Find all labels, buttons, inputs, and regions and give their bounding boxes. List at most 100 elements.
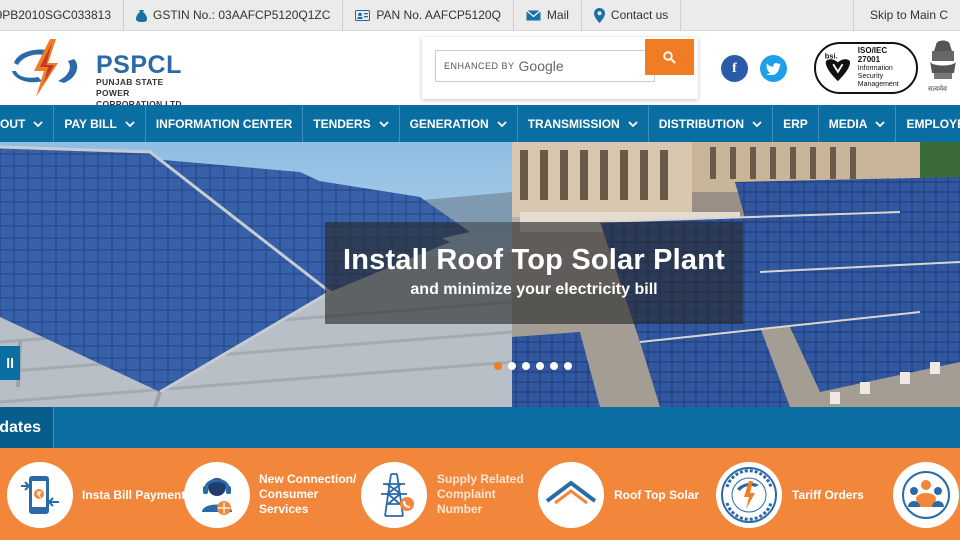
gstin-info: GSTIN No.: 03AAFCP5120Q1ZC [124, 0, 344, 31]
nav-generation[interactable]: GENERATION [400, 105, 518, 142]
hero-subtitle: and minimize your electricity bill [410, 281, 658, 298]
nav-tenders[interactable]: TENDERS [303, 105, 400, 142]
bsi-kitemark-icon: bsi. [825, 52, 851, 82]
power-tower-icon [381, 473, 414, 517]
contact-link[interactable]: Contact us [582, 0, 682, 31]
cin-number: 109PB2010SGC033813 [0, 0, 124, 31]
search-enhanced-label: ENHANCED BY [444, 61, 515, 71]
nav-about[interactable]: OUT [0, 105, 55, 142]
logo-text: PSPCL PUNJAB STATE POWER CORPORATION LTD… [96, 53, 198, 110]
chevron-down-icon [33, 120, 43, 127]
nav-information-center[interactable]: INFORMATION CENTER [146, 105, 304, 142]
updates-tab[interactable]: odates [0, 407, 54, 448]
insta-bill-payment-label[interactable]: Insta Bill Payment [82, 488, 185, 503]
slider-dot-6[interactable] [564, 362, 572, 370]
twitter-button[interactable] [760, 55, 787, 82]
hero-title: Install Roof Top Solar Plant [342, 244, 726, 276]
nav-distribution[interactable]: DISTRIBUTION [649, 105, 774, 142]
community-service-button[interactable] [893, 462, 959, 528]
bag-icon [136, 9, 147, 22]
nav-employees-label: EMPLOYEES CO [906, 116, 960, 131]
roof-top-solar-label[interactable]: Roof Top Solar [614, 488, 699, 503]
top-info-bar: 109PB2010SGC033813 GSTIN No.: 03AAFCP512… [0, 0, 960, 31]
logo-title: PSPCL [96, 51, 182, 79]
skip-to-main-link[interactable]: Skip to Main C [854, 0, 960, 31]
chevron-down-icon [497, 120, 507, 127]
nav-information-center-label: INFORMATION CENTER [155, 116, 293, 131]
ashoka-emblem-icon: सत्यमेव [928, 40, 956, 93]
facebook-icon: f [732, 60, 737, 76]
supply-complaint-label[interactable]: Supply Related Complaint Number [437, 472, 524, 517]
chevron-down-icon [875, 120, 886, 127]
chevron-down-icon [628, 120, 638, 127]
nav-media-label: MEDIA [828, 116, 868, 131]
nav-about-label: OUT [0, 116, 26, 131]
services-strip: ₹ Insta Bill Payment New Connection/Cons… [0, 448, 960, 540]
pan-info: PAN No. AAFCP5120Q [343, 0, 514, 31]
customer-support-icon [202, 478, 232, 515]
nav-transmission-label: TRANSMISSION [527, 116, 620, 131]
nav-pay-bill-label: PAY BILL [64, 116, 117, 131]
nav-transmission[interactable]: TRANSMISSION [518, 105, 649, 142]
nav-generation-label: GENERATION [409, 116, 489, 131]
side-bill-label: ll [6, 355, 14, 371]
cin-text: 109PB2010SGC033813 [0, 8, 111, 22]
search-icon [663, 50, 676, 64]
house-roof-icon [545, 480, 597, 505]
slider-dot-4[interactable] [536, 362, 544, 370]
supply-complaint-button[interactable] [361, 462, 427, 528]
slider-dot-5[interactable] [550, 362, 558, 370]
nav-erp[interactable]: ERP [773, 105, 819, 142]
iso-line-2: 27001 [857, 55, 881, 64]
pan-text: PAN No. AAFCP5120Q [376, 8, 501, 22]
facebook-button[interactable]: f [721, 55, 748, 82]
mail-link[interactable]: Mail [514, 0, 582, 31]
mobile-payment-icon: ₹ [21, 476, 59, 514]
national-emblem: सत्यमेव [926, 37, 960, 97]
tariff-orders-button[interactable] [716, 462, 782, 528]
slider-dot-3[interactable] [522, 362, 530, 370]
people-group-icon [902, 471, 950, 519]
svg-text:₹: ₹ [37, 491, 42, 500]
nav-employees-corner[interactable]: EMPLOYEES CO [896, 105, 960, 142]
envelope-icon [526, 9, 541, 21]
nav-erp-label: ERP [783, 116, 808, 131]
updates-label: odates [0, 418, 41, 436]
slider-dots [494, 362, 572, 370]
tariff-orders-label[interactable]: Tariff Orders [792, 488, 864, 503]
svg-text:सत्यमेव: सत्यमेव [928, 84, 947, 93]
new-connection-button[interactable] [184, 462, 250, 528]
nav-distribution-label: DISTRIBUTION [658, 116, 745, 131]
search-panel: ENHANCED BY Google [422, 37, 698, 99]
search-brand-label: Google [518, 58, 564, 74]
main-navigation: OUT PAY BILL INFORMATION CENTER TENDERS … [0, 105, 960, 142]
map-pin-icon [593, 7, 605, 23]
pspcl-logo[interactable]: PSPCL PUNJAB STATE POWER CORPORATION LTD… [8, 37, 198, 109]
nav-media[interactable]: MEDIA [819, 105, 897, 142]
search-input[interactable]: ENHANCED BY Google [435, 50, 655, 82]
updates-bar: odates [0, 407, 960, 448]
nav-pay-bill[interactable]: PAY BILL [54, 105, 146, 142]
mail-label: Mail [546, 8, 569, 22]
site-header: PSPCL PUNJAB STATE POWER CORPORATION LTD… [0, 31, 960, 109]
logo-subtitle-1: PUNJAB STATE POWER [96, 77, 164, 98]
contact-label: Contact us [610, 8, 669, 22]
nav-tenders-label: TENDERS [313, 116, 371, 131]
insta-bill-payment-button[interactable]: ₹ [7, 462, 73, 528]
new-connection-label[interactable]: New Connection/Consumer Services [259, 472, 356, 517]
slider-dot-2[interactable] [508, 362, 516, 370]
search-button[interactable] [645, 39, 694, 75]
hero-caption: Install Roof Top Solar Plant and minimiz… [325, 222, 743, 324]
twitter-icon [766, 62, 781, 75]
skip-label: Skip to Main C [869, 8, 948, 22]
tariff-orders-seal-icon [721, 467, 777, 523]
pspcl-emblem-icon [12, 39, 78, 97]
slider-dot-1[interactable] [494, 362, 502, 370]
chevron-down-icon [752, 120, 762, 127]
iso-line-1: ISO/IEC [857, 46, 888, 55]
side-bill-button[interactable]: ll [0, 346, 20, 380]
iso-certification-badge: bsi. ISO/IEC 27001 Information Security … [814, 42, 918, 94]
chevron-down-icon [125, 120, 135, 127]
iso-line-4: Management [857, 81, 899, 88]
roof-top-solar-button[interactable] [538, 462, 604, 528]
